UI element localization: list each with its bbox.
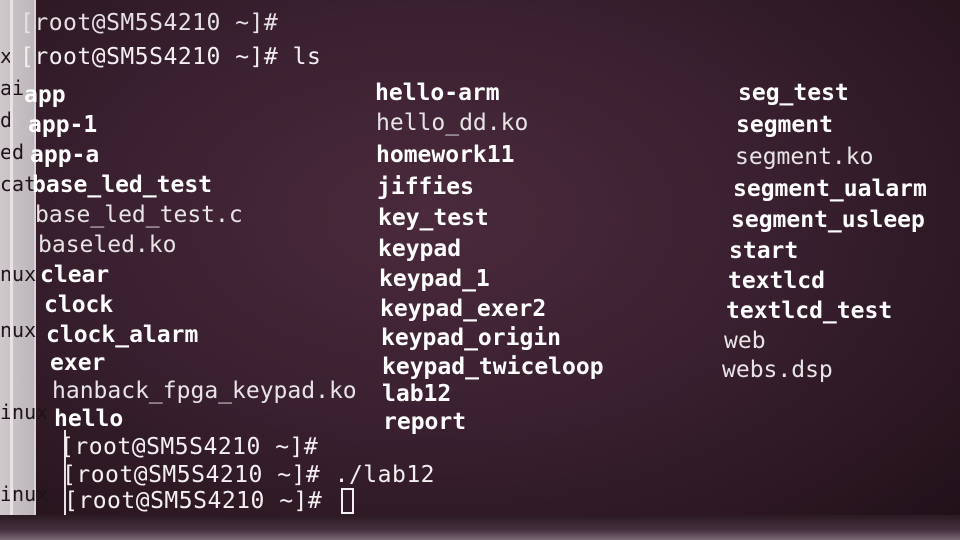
file-entry: lab12 xyxy=(382,381,452,407)
window-text-fragment: inux xyxy=(0,400,49,424)
window-text-fragment: cat xyxy=(0,172,37,196)
file-entry: hello xyxy=(54,406,124,432)
file-entry: webs.dsp xyxy=(722,357,833,383)
photographed-screen: x ai d ed cat nux nux inux inux [root@SM… xyxy=(0,0,960,540)
text-cursor[interactable] xyxy=(340,488,354,514)
file-entry: keypad_twiceloop xyxy=(382,354,604,380)
file-entry: app xyxy=(24,82,66,108)
file-entry: base_led_test xyxy=(32,172,213,198)
file-entry: keypad_exer2 xyxy=(380,296,547,322)
file-entry: keypad_1 xyxy=(379,266,490,292)
window-text-fragment: nux xyxy=(0,262,37,286)
file-entry: seg_test xyxy=(738,80,849,106)
file-entry: clear xyxy=(40,262,110,288)
file-entry: textlcd_test xyxy=(726,298,893,324)
window-text-fragment: nux xyxy=(0,318,37,342)
file-entry: hanback_fpga_keypad.ko xyxy=(52,378,357,404)
window-text-fragment: inux xyxy=(0,482,49,506)
file-entry: homework11 xyxy=(376,142,515,168)
background-window-edge: x ai d ed cat nux nux inux inux xyxy=(0,0,48,540)
file-entry: app-1 xyxy=(28,112,98,138)
terminal-border xyxy=(10,0,13,540)
file-entry: segment_usleep xyxy=(731,207,925,233)
prompt-text: [root@SM5S4210 ~]# xyxy=(64,488,323,514)
file-entry: hello_dd.ko xyxy=(376,110,529,136)
file-entry: start xyxy=(729,238,799,264)
file-entry: report xyxy=(383,409,467,435)
file-entry: clock xyxy=(44,292,114,318)
file-entry: keypad_origin xyxy=(381,325,562,351)
terminal-line: [root@SM5S4210 ~]# ./lab12 xyxy=(62,462,436,488)
file-entry: keypad xyxy=(378,236,462,262)
monitor-bottom-edge xyxy=(0,515,960,540)
file-entry: segment xyxy=(736,112,833,138)
terminal-line: [root@SM5S4210 ~]# ls xyxy=(20,44,322,70)
file-entry: baseled.ko xyxy=(38,232,177,258)
file-entry: clock_alarm xyxy=(46,322,199,348)
file-entry: web xyxy=(724,328,766,354)
terminal-line: [root@SM5S4210 ~]# xyxy=(60,434,319,460)
file-entry: hello-arm xyxy=(375,80,500,106)
file-entry: textlcd xyxy=(728,268,825,294)
terminal-input-line[interactable]: [root@SM5S4210 ~]# xyxy=(64,488,354,514)
file-entry: jiffies xyxy=(377,174,474,200)
terminal-line: [root@SM5S4210 ~]# xyxy=(20,10,279,36)
file-entry: segment_ualarm xyxy=(733,176,927,202)
file-entry: base_led_test.c xyxy=(35,202,243,228)
file-entry: app-a xyxy=(30,142,100,168)
file-entry: exer xyxy=(50,350,106,376)
file-entry: key_test xyxy=(378,205,489,231)
file-entry: segment.ko xyxy=(735,144,874,170)
